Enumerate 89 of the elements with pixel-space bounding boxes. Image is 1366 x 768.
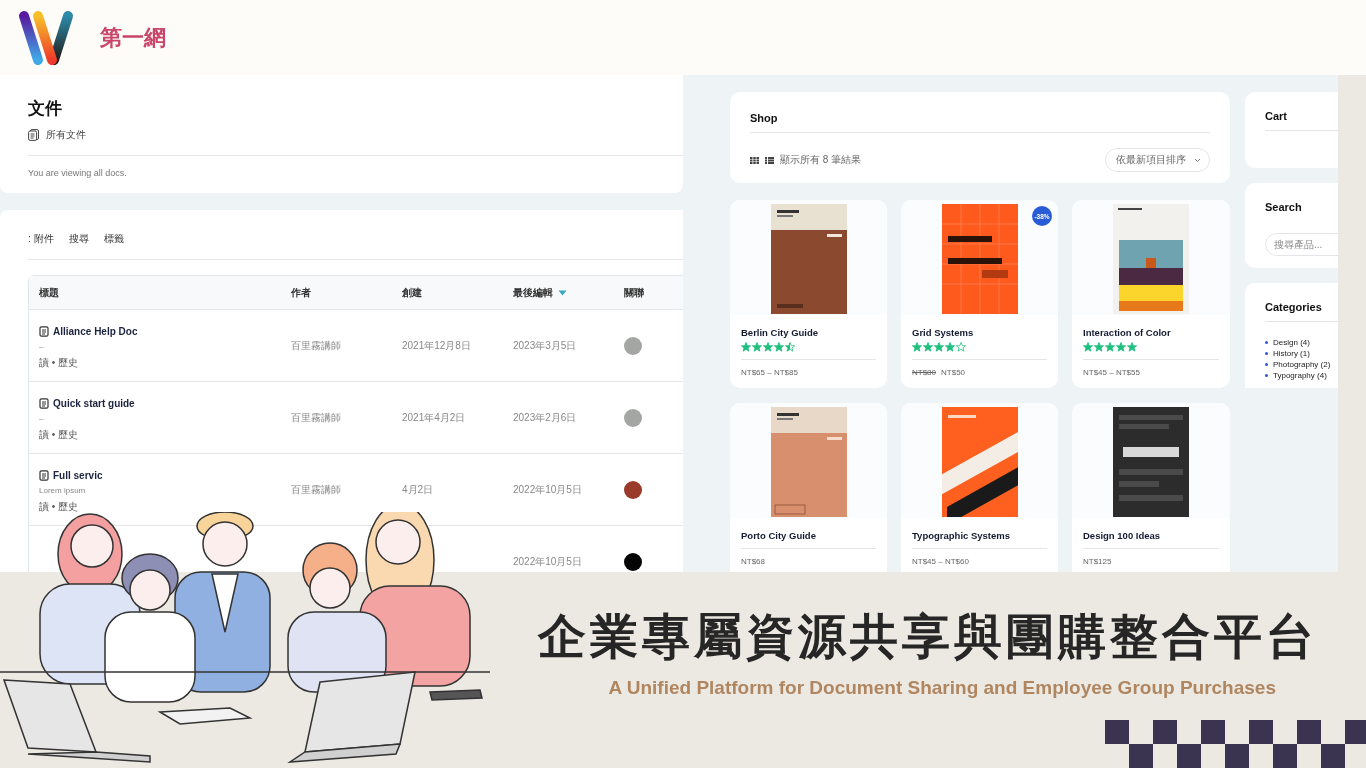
old-price: NT$80 [912,368,936,377]
column-header[interactable]: 標題 [39,285,59,300]
product-name[interactable]: Grid Systems [912,327,1047,338]
star-icon [912,342,922,352]
author-name: 百里霧講師 [291,483,341,495]
product-card[interactable]: Interaction of Color NT$45 – NT$55 [1072,200,1230,388]
created-date: 2021年4月2日 [402,411,466,423]
subtitle: A Unified Platform for Document Sharing and Employee Group Purchases [608,676,1276,699]
category-link[interactable]: History (1) [1273,349,1310,358]
chevron-down-icon [1194,157,1201,163]
bullet-icon [1265,374,1268,377]
category-link[interactable]: Photography (2) [1273,360,1331,369]
search-field[interactable]: 搜尋產品... [1265,233,1338,256]
product-card[interactable]: Typographic Systems NT$45 – NT$60 [901,403,1058,572]
bullet-icon [1265,352,1268,355]
author-name: 百里霧講師 [291,339,341,351]
star-icon [956,342,966,352]
result-count: 顯示所有 8 筆結果 [780,153,862,167]
star-icon [945,342,955,352]
doc-excerpt: – [39,342,45,351]
created-date: 4月2日 [402,483,434,495]
star-icon [1105,342,1115,352]
brand-name[interactable]: 第一網 [100,22,166,53]
star-icon [741,342,751,352]
doc-title-link[interactable]: Quick start guide [53,398,135,409]
column-header[interactable]: 最後編輯 [513,285,567,300]
star-icon [774,342,784,352]
product-card[interactable]: Porto City Guide NT$68 [730,403,887,572]
product-card[interactable]: Berlin City Guide NT$65 – NT$85 [730,200,887,388]
doc-title-link[interactable]: Alliance Help Doc [53,326,138,337]
product-name[interactable]: Berlin City Guide [741,327,876,338]
tab[interactable]: 標籤 [103,232,124,246]
product-name[interactable]: Porto City Guide [741,530,876,541]
star-icon [934,342,944,352]
notice-text: You are viewing all docs. [28,168,128,178]
doc-excerpt: Lorem ipsum [39,486,87,495]
star-icon [1127,342,1137,352]
column-header[interactable]: 創建 [402,285,422,300]
star-icon [1116,342,1126,352]
column-header[interactable]: 作者 [291,285,311,300]
price: NT$65 – NT$85 [741,368,798,377]
tab[interactable]: 搜尋 [68,232,89,246]
star-icon [785,342,795,352]
star-icon [923,342,933,352]
star-icon [752,342,762,352]
doc-excerpt: – [39,414,45,423]
star-icon [763,342,773,352]
sort-caret-icon [558,289,567,296]
column-header[interactable]: 關聯 [624,285,644,300]
created-date: 2021年12月8日 [402,339,471,351]
price: NT$45 – NT$60 [912,557,969,566]
document-icon [39,326,49,337]
grid-view-icon[interactable] [750,156,759,164]
product-card[interactable]: Design 100 Ideas NT$125 [1072,403,1230,572]
star-icon [1094,342,1104,352]
product-name[interactable]: Design 100 Ideas [1083,530,1219,541]
author-name: 百里霧講師 [291,411,341,423]
page-title: 文件 [28,97,63,120]
edited-date: 2023年3月5日 [513,339,577,351]
bullet-icon [1265,341,1268,344]
star-icon [1083,342,1093,352]
price: NT$45 – NT$55 [1083,368,1140,377]
product-name[interactable]: Typographic Systems [912,530,1047,541]
tab[interactable]: : 附件 [28,232,54,246]
doc-title-link[interactable]: Full servic [53,470,103,481]
doc-actions[interactable]: 讀 • 歷史 [39,356,291,370]
edited-date: 2022年10月5日 [513,555,582,567]
sort-dropdown[interactable]: 依最新項目排序 [1105,148,1210,172]
doc-actions[interactable]: 讀 • 歷史 [39,500,291,514]
doc-actions[interactable]: 讀 • 歷史 [39,428,291,442]
section-title: Cart [1265,110,1338,131]
price: NT$125 [1083,557,1112,566]
document-icon [39,398,49,409]
section-title: Search [1265,201,1303,215]
bullet-icon [1265,363,1268,366]
document-icon [39,470,49,481]
category-link[interactable]: Typography (4) [1273,371,1327,380]
category-link[interactable]: Design (4) [1273,338,1310,347]
price: NT$68 [741,557,765,566]
breadcrumb[interactable]: 所有文件 [46,128,86,142]
section-title: Shop [750,112,1210,133]
headline: 企業專屬資源共享與團購整合平台 [538,610,1318,663]
edited-date: 2023年2月6日 [513,411,577,423]
section-title: Categories [1265,301,1338,322]
list-view-icon[interactable] [765,156,774,164]
product-name[interactable]: Interaction of Color [1083,327,1219,338]
edited-date: 2022年10月5日 [513,483,582,495]
price: NT$50 [941,368,966,377]
documents-icon [28,129,39,141]
